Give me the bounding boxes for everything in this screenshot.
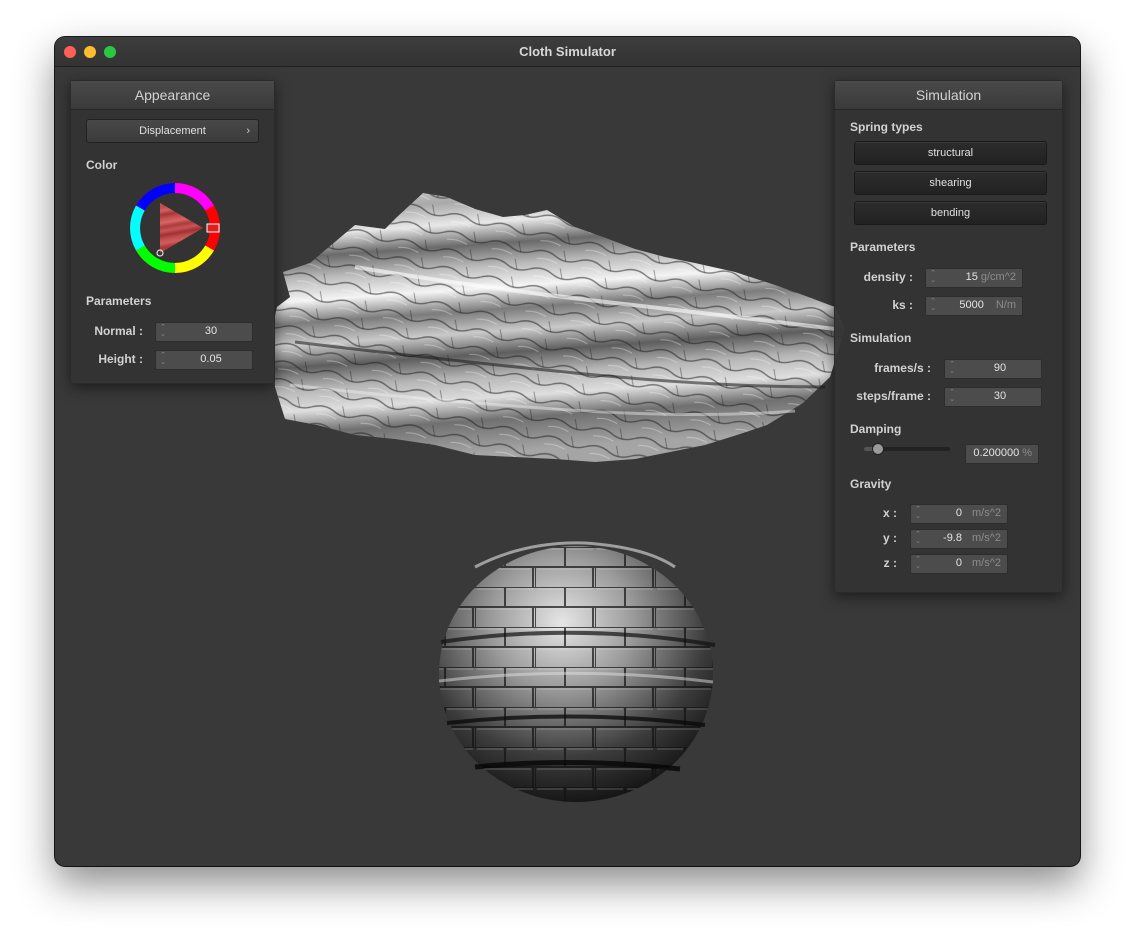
gravity-z-value: 0: [955, 557, 962, 569]
window-title: Cloth Simulator: [519, 44, 616, 59]
spinner-icon[interactable]: ⌃ ⌄: [929, 298, 937, 312]
appearance-panel: Appearance Displacement › Color Paramete…: [70, 80, 275, 384]
density-unit: g/cm^2: [980, 271, 1016, 283]
density-label: density :: [863, 270, 913, 284]
shader-select[interactable]: Displacement ›: [86, 119, 259, 143]
app-window: Cloth Simulator Appearance Displacement …: [55, 37, 1080, 866]
ks-input[interactable]: ⌃ ⌄ 5000 N/m: [925, 296, 1023, 316]
cloth-mesh: [273, 193, 845, 462]
gravity-label: Gravity: [850, 477, 892, 491]
normal-value: 30: [204, 325, 218, 337]
damping-unit: %: [1022, 447, 1032, 459]
ks-value: 5000: [959, 299, 984, 311]
color-section-label: Color: [86, 158, 118, 172]
simulation-panel-header[interactable]: Simulation: [835, 81, 1062, 110]
chevron-right-icon: ›: [246, 125, 250, 137]
steps-label: steps/frame :: [856, 389, 931, 403]
gravity-y-value: -9.8: [943, 532, 962, 544]
gravity-x-input[interactable]: ⌃ ⌄ 0 m/s^2: [910, 504, 1008, 524]
damping-label: Damping: [850, 422, 902, 436]
spinner-icon[interactable]: ⌃ ⌄: [948, 361, 956, 375]
simulation-panel: Simulation Spring types structural shear…: [834, 80, 1063, 593]
spring-types-label: Spring types: [850, 120, 923, 134]
spinner-icon[interactable]: ⌃ ⌄: [914, 506, 922, 520]
gravity-y-unit: m/s^2: [972, 532, 1001, 544]
shearing-button[interactable]: shearing: [854, 171, 1047, 195]
steps-input[interactable]: ⌃ ⌄ 30: [944, 387, 1042, 407]
gravity-y-label: y :: [882, 531, 897, 545]
3d-viewport[interactable]: Appearance Displacement › Color Paramete…: [55, 67, 1080, 866]
density-input[interactable]: ⌃ ⌄ 15 g/cm^2: [925, 268, 1023, 288]
sim-parameters-label: Parameters: [850, 240, 916, 254]
structural-button[interactable]: structural: [854, 141, 1047, 165]
normal-input[interactable]: ⌃ ⌄ 30: [155, 322, 253, 342]
shader-select-label: Displacement: [139, 125, 206, 137]
damping-slider-knob[interactable]: [872, 443, 884, 455]
gravity-y-input[interactable]: ⌃ ⌄ -9.8 m/s^2: [910, 529, 1008, 549]
appearance-panel-header[interactable]: Appearance: [71, 81, 274, 110]
gravity-x-unit: m/s^2: [972, 507, 1001, 519]
fps-input[interactable]: ⌃ ⌄ 90: [944, 359, 1042, 379]
density-value: 15: [965, 271, 978, 283]
fps-value: 90: [993, 362, 1007, 374]
gravity-z-unit: m/s^2: [972, 557, 1001, 569]
damping-value: 0.200000: [973, 447, 1020, 459]
simulation-section-label: Simulation: [850, 331, 912, 345]
gravity-x-value: 0: [955, 507, 962, 519]
bending-button[interactable]: bending: [854, 201, 1047, 225]
height-input[interactable]: ⌃ ⌄ 0.05: [155, 350, 253, 370]
gravity-x-label: x :: [882, 506, 897, 520]
spinner-icon[interactable]: ⌃ ⌄: [914, 556, 922, 570]
color-wheel[interactable]: [129, 182, 221, 274]
damping-input[interactable]: 0.200000%: [965, 444, 1039, 464]
normal-label: Normal :: [94, 324, 143, 338]
appearance-parameters-label: Parameters: [86, 294, 152, 308]
gravity-z-input[interactable]: ⌃ ⌄ 0 m/s^2: [910, 554, 1008, 574]
spinner-icon[interactable]: ⌃ ⌄: [948, 389, 956, 403]
spinner-icon[interactable]: ⌃ ⌄: [159, 352, 167, 366]
ks-label: ks :: [892, 298, 913, 312]
fps-label: frames/s :: [874, 361, 931, 375]
height-value: 0.05: [200, 353, 222, 365]
steps-value: 30: [993, 390, 1007, 402]
spinner-icon[interactable]: ⌃ ⌄: [914, 531, 922, 545]
sphere-mesh: [438, 541, 716, 802]
gravity-z-label: z :: [883, 556, 897, 570]
ks-unit: N/m: [995, 299, 1016, 311]
spinner-icon[interactable]: ⌃ ⌄: [929, 270, 937, 284]
height-label: Height :: [98, 352, 143, 366]
damping-slider[interactable]: [864, 443, 950, 455]
title-bar[interactable]: Cloth Simulator: [55, 37, 1080, 67]
spinner-icon[interactable]: ⌃ ⌄: [159, 324, 167, 338]
